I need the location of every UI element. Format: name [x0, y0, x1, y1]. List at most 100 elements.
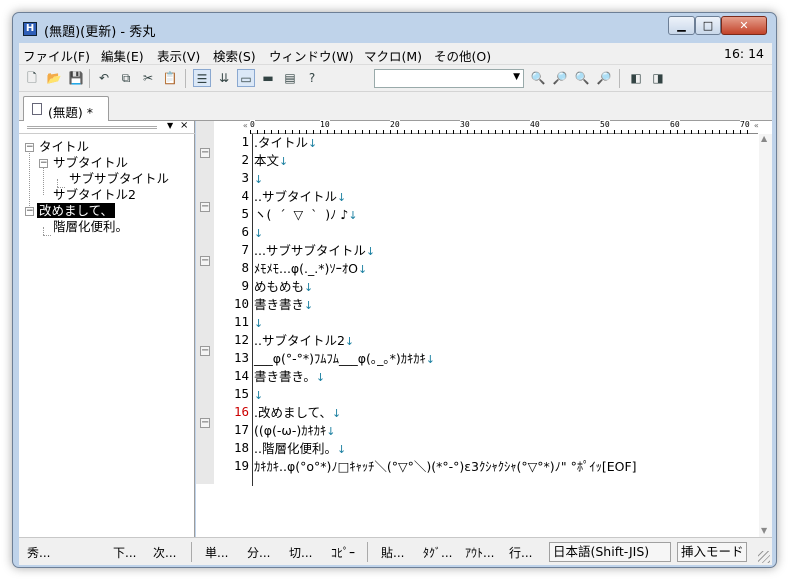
- save-icon[interactable]: 💾: [67, 69, 85, 87]
- scroll-down-icon[interactable]: ▼: [761, 526, 767, 535]
- status-button[interactable]: 下...: [113, 544, 136, 561]
- drag-grip[interactable]: [27, 126, 157, 129]
- status-button[interactable]: ﾀｸﾞ...: [423, 544, 452, 561]
- menu-view[interactable]: 表示(V): [157, 46, 200, 65]
- text-line[interactable]: ヽ( ´ ▽ ` )ﾉ ♪↓: [254, 206, 358, 224]
- insert-mode-indicator[interactable]: 挿入モード: [677, 542, 747, 562]
- app-icon[interactable]: H: [23, 22, 37, 36]
- text-line[interactable]: ﾒﾓﾒﾓ...φ(._.*)ｿｰｵO↓: [254, 260, 367, 278]
- outline-node[interactable]: サブタイトル: [53, 155, 128, 170]
- window-icon[interactable]: ▭: [237, 69, 255, 87]
- undo-icon[interactable]: ↶: [95, 69, 113, 87]
- text-line[interactable]: 本文↓: [254, 152, 288, 170]
- fold-icon[interactable]: −: [200, 346, 210, 356]
- menu-other[interactable]: その他(O): [434, 46, 491, 65]
- line-text: ｶｷｶｷ..φ(°o°*)ﾉ□ｷｬｯﾁ＼(°▽°＼)(*°-°)ε3ｸｼｬｸｼｬ…: [254, 459, 637, 474]
- resize-grip[interactable]: [758, 551, 770, 563]
- tab-untitled[interactable]: (無題) *: [23, 96, 109, 121]
- newline-mark: ↓: [425, 353, 435, 366]
- find-icon[interactable]: 🔍: [529, 69, 547, 87]
- outline-node[interactable]: サブタイトル2: [53, 187, 136, 202]
- paste-icon[interactable]: 📋: [161, 69, 179, 87]
- wrap-icon[interactable]: ⇊: [215, 69, 233, 87]
- line-number: 15: [233, 386, 249, 401]
- text-line[interactable]: ↓: [254, 386, 263, 404]
- newline-mark: ↓: [365, 245, 376, 258]
- text-line[interactable]: .改めまして、↓: [254, 404, 341, 422]
- status-button[interactable]: 次...: [153, 544, 176, 561]
- fold-icon[interactable]: −: [200, 418, 210, 428]
- next-window-icon[interactable]: ◨: [649, 69, 667, 87]
- search-combo[interactable]: ▼: [374, 69, 524, 88]
- status-button[interactable]: 単...: [205, 544, 228, 561]
- minimize-button[interactable]: ▁: [668, 16, 695, 35]
- status-button[interactable]: 秀...: [27, 544, 50, 561]
- copy-icon[interactable]: ⧉: [117, 69, 135, 87]
- menu-search[interactable]: 検索(S): [213, 46, 256, 65]
- scroll-up-icon[interactable]: ▲: [761, 134, 767, 143]
- help-icon[interactable]: ?: [303, 69, 321, 87]
- highlight-icon[interactable]: 🔎: [595, 69, 613, 87]
- text-line[interactable]: 書き書き。↓: [254, 368, 325, 386]
- chevron-down-icon[interactable]: ▼: [513, 72, 520, 82]
- panel-icon[interactable]: ▬: [259, 69, 277, 87]
- outline-toggle-icon[interactable]: ☰: [193, 69, 211, 87]
- collapse-icon[interactable]: −: [39, 159, 48, 168]
- text-line[interactable]: ｶｷｶｷ..φ(°o°*)ﾉ□ｷｬｯﾁ＼(°▽°＼)(*°-°)ε3ｸｼｬｸｼｬ…: [254, 458, 637, 476]
- menu-edit[interactable]: 編集(E): [101, 46, 144, 65]
- dropdown-icon[interactable]: ▼: [167, 121, 173, 130]
- text-line[interactable]: ↓: [254, 314, 263, 332]
- text-line[interactable]: ((φ(-ω-)ｶｷｶｷ↓: [254, 422, 335, 440]
- text-line[interactable]: 書き書き↓: [254, 296, 313, 314]
- menu-macro[interactable]: マクロ(M): [364, 46, 422, 65]
- ruler-left-icon: «: [243, 121, 248, 130]
- status-button[interactable]: 切...: [289, 544, 312, 561]
- outline-node[interactable]: 階層化便利。: [53, 219, 128, 234]
- menu-file[interactable]: ファイル(F): [23, 46, 90, 65]
- menu-window[interactable]: ウィンドウ(W): [269, 46, 354, 65]
- newline-mark: ↓: [336, 443, 347, 456]
- title-bar[interactable]: H (無題)(更新) - 秀丸 ▁ □ ✕: [13, 13, 776, 43]
- line-number: 10: [233, 296, 249, 311]
- find-prev-icon[interactable]: 🔍: [573, 69, 591, 87]
- collapse-icon[interactable]: −: [25, 207, 34, 216]
- close-button[interactable]: ✕: [721, 16, 767, 35]
- text-line[interactable]: ↓: [254, 170, 263, 188]
- line-number: 2: [241, 152, 249, 167]
- status-button[interactable]: ｺﾋﾟｰ: [331, 544, 355, 561]
- editor-pane[interactable]: − − − − − « 0 10 20 30 40 50 60 70 « 123…: [196, 120, 772, 537]
- text-line[interactable]: ..サブタイトル↓: [254, 188, 346, 206]
- maximize-button[interactable]: □: [695, 16, 721, 35]
- status-button[interactable]: 行...: [509, 544, 532, 561]
- open-folder-icon[interactable]: 📂: [45, 69, 63, 87]
- text-line[interactable]: ___φ(°-°*)ﾌﾑﾌﾑ___φ(｡_｡*)ｶｷｶｷ↓: [254, 350, 435, 368]
- status-button[interactable]: 分...: [247, 544, 270, 561]
- close-icon[interactable]: ×: [180, 120, 188, 131]
- collapse-icon[interactable]: −: [25, 143, 34, 152]
- newline-mark: ↓: [304, 281, 314, 294]
- outline-node[interactable]: タイトル: [39, 139, 89, 154]
- find-next-icon[interactable]: 🔎: [551, 69, 569, 87]
- text-line[interactable]: ..サブタイトル2↓: [254, 332, 354, 350]
- outline-node[interactable]: サブサブタイトル: [69, 171, 169, 186]
- new-file-icon[interactable]: 🗋: [23, 69, 41, 87]
- text-line[interactable]: ..階層化便利。↓: [254, 440, 346, 458]
- text-line[interactable]: .タイトル↓: [254, 134, 317, 152]
- outline-node-selected[interactable]: 改めまして、: [37, 203, 116, 218]
- status-separator: [191, 542, 192, 562]
- fold-icon[interactable]: −: [200, 202, 210, 212]
- cut-icon[interactable]: ✂: [139, 69, 157, 87]
- vertical-scrollbar[interactable]: ▲ ▼: [759, 134, 772, 537]
- fold-icon[interactable]: −: [200, 256, 210, 266]
- text-line[interactable]: ↓: [254, 224, 263, 242]
- fold-icon[interactable]: −: [200, 148, 210, 158]
- status-button[interactable]: ｱｳﾄ...: [465, 544, 494, 561]
- encoding-indicator[interactable]: 日本語(Shift-JIS): [549, 542, 671, 562]
- tree-line: [29, 148, 30, 212]
- text-line[interactable]: ...サブサブタイトル↓: [254, 242, 375, 260]
- text-line[interactable]: めもめも↓: [254, 278, 313, 296]
- prev-window-icon[interactable]: ◧: [627, 69, 645, 87]
- status-button[interactable]: 貼...: [381, 544, 404, 561]
- toolbar-icon[interactable]: ▤: [281, 69, 299, 87]
- line-number: 13: [233, 350, 249, 365]
